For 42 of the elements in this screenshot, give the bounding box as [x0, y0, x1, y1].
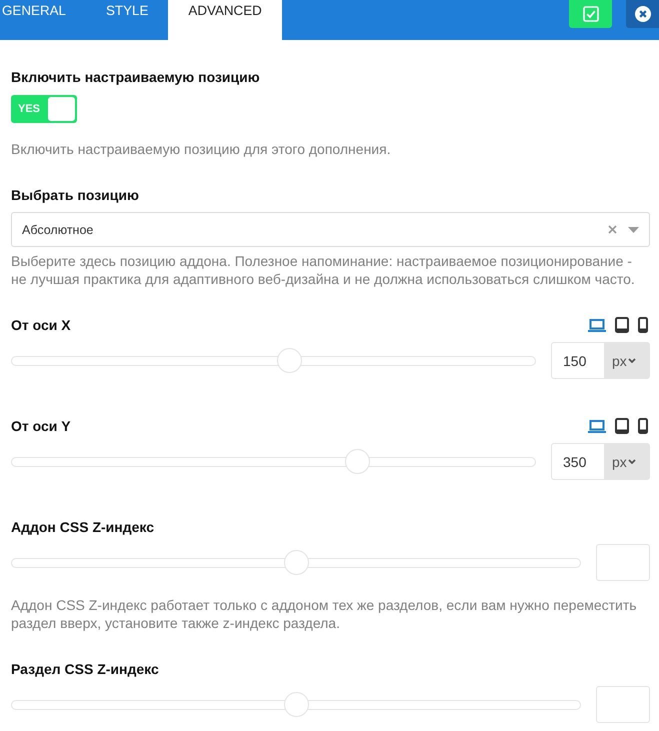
slider-thumb[interactable]: [284, 692, 308, 717]
dropdown-select[interactable]: Абсолютное: [11, 212, 650, 247]
field-label: Аддон CSS Z-индекс: [11, 519, 154, 535]
tab[interactable]: STYLE: [86, 0, 168, 40]
slider-track[interactable]: [11, 550, 581, 575]
slider-thumb[interactable]: [345, 449, 370, 474]
help-text: Выберите здесь позицию аддона. Полезное напоминание: настраиваемое позиционирование - не лучшая практика для адаптивного веб-дизайна и не должна использоваться слишком часто.: [11, 252, 636, 288]
field-label: От оси X: [11, 317, 71, 333]
field-label: Включить настраиваемую позицию: [11, 69, 261, 85]
number-field[interactable]: [596, 686, 650, 723]
tab[interactable]: GENERAL: [0, 0, 86, 40]
slider-thumb[interactable]: [276, 348, 302, 373]
laptop-icon[interactable]: [588, 318, 606, 332]
help-text: Аддон CSS Z-индекс работает только с аддоном тех же разделов, если вам нужно переместить раздел вверх, установите также z-индекс раздела.: [11, 596, 638, 632]
help-text: Включить настраиваемую позицию для этого дополнения.: [11, 140, 392, 158]
tab[interactable]: ADVANCED: [168, 0, 282, 40]
unit-select[interactable]: px: [605, 443, 650, 480]
chevron-icon: [628, 459, 636, 464]
clear-icon[interactable]: [608, 225, 617, 234]
slider-track[interactable]: [11, 692, 581, 717]
phone-icon[interactable]: [638, 418, 648, 434]
switch-knob: [48, 97, 75, 121]
close-icon: [634, 6, 650, 22]
phone-icon[interactable]: [638, 317, 648, 333]
laptop-icon[interactable]: [588, 420, 606, 432]
unit-select[interactable]: px: [605, 342, 650, 379]
tablet-icon[interactable]: [615, 317, 629, 333]
number-field[interactable]: [596, 544, 650, 581]
save-button[interactable]: [569, 0, 612, 28]
close-button[interactable]: [626, 0, 659, 28]
checkbox-tick-icon: [582, 6, 598, 22]
number-field[interactable]: 150: [551, 342, 605, 379]
caret-icon: [628, 226, 639, 232]
chevron-icon: [628, 358, 636, 363]
slider-track[interactable]: [11, 449, 536, 474]
slider-track[interactable]: [11, 348, 536, 373]
field-label: От оси Y: [11, 418, 71, 434]
field-label: Выбрать позицию: [11, 187, 140, 203]
slider-thumb[interactable]: [284, 550, 308, 575]
number-field[interactable]: 350: [551, 443, 605, 480]
field-label: Раздел CSS Z-индекс: [11, 661, 159, 677]
tablet-icon[interactable]: [615, 418, 629, 434]
